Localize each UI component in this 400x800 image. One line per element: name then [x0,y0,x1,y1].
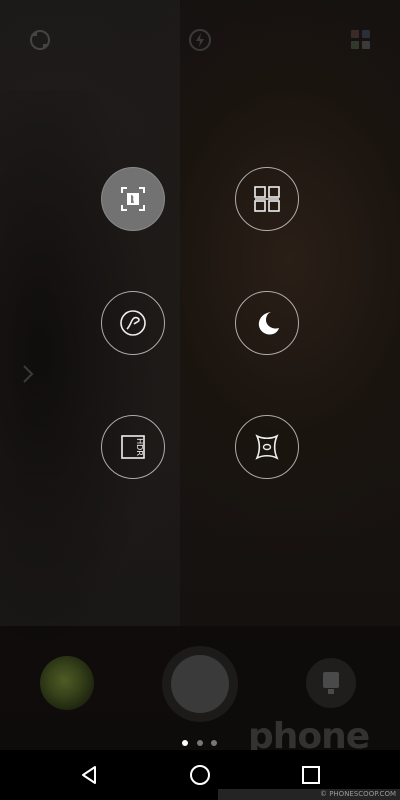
video-mode-button[interactable] [306,658,356,708]
switch-camera-icon[interactable] [27,27,53,53]
credit-text: © PHONESCOOP.COM [218,789,400,800]
chevron-right-icon[interactable] [20,362,36,386]
mode-panorama-button[interactable] [235,415,299,479]
mode-qr-scanner-button[interactable] [235,167,299,231]
portrait-frame-icon [121,187,145,211]
page-indicator [182,740,222,748]
page-dot-2[interactable] [197,740,203,746]
shutter-button[interactable] [171,655,229,713]
flash-icon[interactable] [187,27,213,53]
hdr-label: HDR [135,438,144,456]
mode-beauty-button[interactable] [101,291,165,355]
home-button[interactable] [185,760,215,790]
mode-pro-button[interactable] [101,167,165,231]
page-dot-1[interactable] [182,740,188,746]
mode-night-button[interactable] [235,291,299,355]
home-icon [190,765,210,785]
mode-grid: HDR [100,166,302,482]
recents-icon [302,766,320,784]
page-dot-3[interactable] [211,740,217,746]
panorama-icon [255,434,279,460]
beauty-icon [120,310,146,336]
back-button[interactable] [74,760,104,790]
moon-icon [258,312,279,335]
hdr-icon: HDR [121,435,145,459]
back-icon [82,766,96,784]
qr-code-icon [254,186,280,212]
video-mode-icon [323,672,339,694]
gallery-thumbnail[interactable] [40,656,94,710]
mode-hdr-button[interactable]: HDR [101,415,165,479]
recents-button[interactable] [296,760,326,790]
filters-icon[interactable] [348,27,374,53]
